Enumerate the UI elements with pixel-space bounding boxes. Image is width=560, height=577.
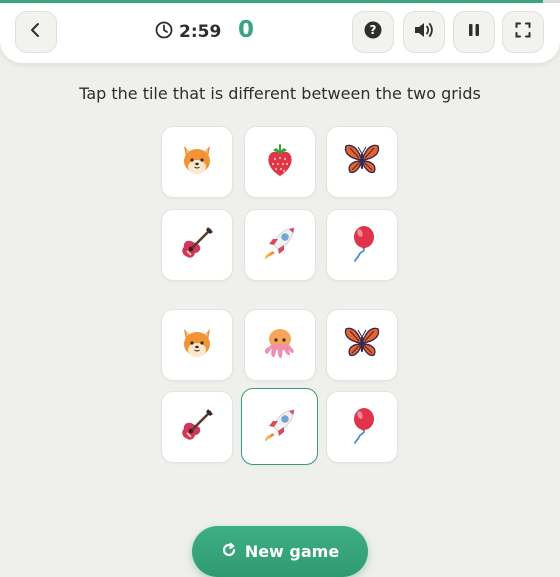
back-button[interactable] [15,11,57,53]
fox-face-icon [177,323,217,367]
tile-bottom-5-selected[interactable] [241,388,318,465]
score-value: 0 [238,17,255,43]
game-header: 2:59 0 ? [0,3,560,63]
guitar-icon [177,405,217,449]
timer: 2:59 [155,21,221,43]
restart-icon [221,542,237,562]
tile-bottom-2[interactable] [244,309,316,381]
chevron-left-icon [28,22,44,42]
butterfly-icon [342,140,382,184]
rocket-icon [260,405,300,449]
speaker-icon [413,21,435,43]
tile-bottom-1[interactable] [161,309,233,381]
instruction-text: Tap the tile that is different between t… [79,84,481,103]
new-game-button[interactable]: New game [192,526,368,577]
tile-bottom-6[interactable] [326,391,398,463]
clock-icon [155,21,173,44]
new-game-label: New game [244,542,340,561]
octopus-icon [260,323,300,367]
balloon-icon [342,223,382,267]
sound-button[interactable] [403,11,445,53]
timer-value: 2:59 [179,22,222,42]
rocket-icon [260,223,300,267]
fullscreen-button[interactable] [502,11,544,53]
pause-button[interactable] [453,11,495,53]
tile-top-2[interactable] [244,126,316,198]
fullscreen-icon [515,22,531,42]
fox-face-icon [177,140,217,184]
help-button[interactable]: ? [352,11,394,53]
strawberry-icon [260,140,300,184]
guitar-icon [177,223,217,267]
balloon-icon [342,405,382,449]
svg-text:?: ? [370,23,377,37]
tile-bottom-4[interactable] [161,391,233,463]
butterfly-icon [342,323,382,367]
tile-top-3[interactable] [326,126,398,198]
tile-bottom-3[interactable] [326,309,398,381]
tile-top-4[interactable] [161,209,233,281]
pause-icon [467,22,481,42]
tile-top-1[interactable] [161,126,233,198]
tile-top-6[interactable] [326,209,398,281]
question-icon: ? [364,21,382,43]
tile-top-5[interactable] [244,209,316,281]
